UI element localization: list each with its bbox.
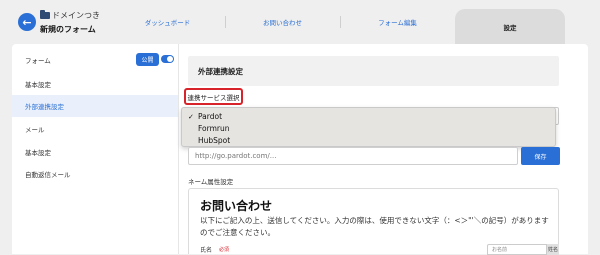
tab-form-edit[interactable]: フォーム編集: [340, 9, 455, 35]
name-attr-badge: 姓名: [547, 244, 559, 255]
preview-title: お問い合わせ: [200, 199, 273, 213]
sidebar: フォーム 基本設定 外部連携設定 メール 基本設定 自動返信メール: [12, 44, 179, 254]
section-title: 外部連携設定: [188, 56, 559, 86]
sidebar-item-mail[interactable]: メール: [12, 118, 178, 140]
form-preview: お問い合わせ 以下にご記入の上、送信してください。入力の際は、使用できない文字（…: [188, 188, 559, 255]
public-badge[interactable]: 公開: [136, 53, 159, 66]
preview-description: 以下にご記入の上、送信してください。入力の際は、使用できない文字（：<＞"'＼の…: [200, 216, 549, 237]
form-name: 新規のフォーム: [40, 25, 96, 34]
service-dropdown: ✓ Pardot Formrun HubSpot: [181, 107, 556, 147]
arrow-left-icon: ←: [22, 15, 32, 29]
service-select-label: 連携サービス選択: [184, 88, 243, 105]
app-header: ← ドメインつき 新規のフォーム ダッシュボード お問い合わせ フォーム編集 設…: [0, 0, 600, 44]
tab-settings[interactable]: 設定: [455, 9, 565, 44]
public-toggle[interactable]: [161, 55, 174, 63]
tab-bar: ダッシュボード お問い合わせ フォーム編集 設定: [110, 9, 565, 44]
sidebar-item-auto-reply[interactable]: 自動返信メール: [12, 163, 178, 185]
required-badge: 必須: [219, 247, 230, 253]
save-button[interactable]: 保存: [521, 147, 560, 165]
folder-icon: [40, 10, 50, 19]
sidebar-item-mail-basic-settings[interactable]: 基本設定: [12, 141, 178, 163]
endpoint-url-input[interactable]: http://go.pardot.com/...: [188, 147, 518, 165]
tab-inquiries[interactable]: お問い合わせ: [225, 9, 340, 35]
name-attribute-label: ネーム属性設定: [188, 178, 234, 186]
name-field-label: 氏名: [200, 247, 213, 254]
tab-dashboard[interactable]: ダッシュボード: [110, 9, 225, 35]
name-attr-input[interactable]: お名前: [487, 244, 547, 255]
sidebar-item-integration[interactable]: 外部連携設定: [12, 95, 178, 117]
sidebar-item-basic-settings[interactable]: 基本設定: [12, 73, 178, 95]
checkmark-icon: ✓: [188, 112, 194, 121]
domain-label: ドメインつき: [52, 11, 100, 20]
back-button[interactable]: ←: [18, 13, 36, 31]
